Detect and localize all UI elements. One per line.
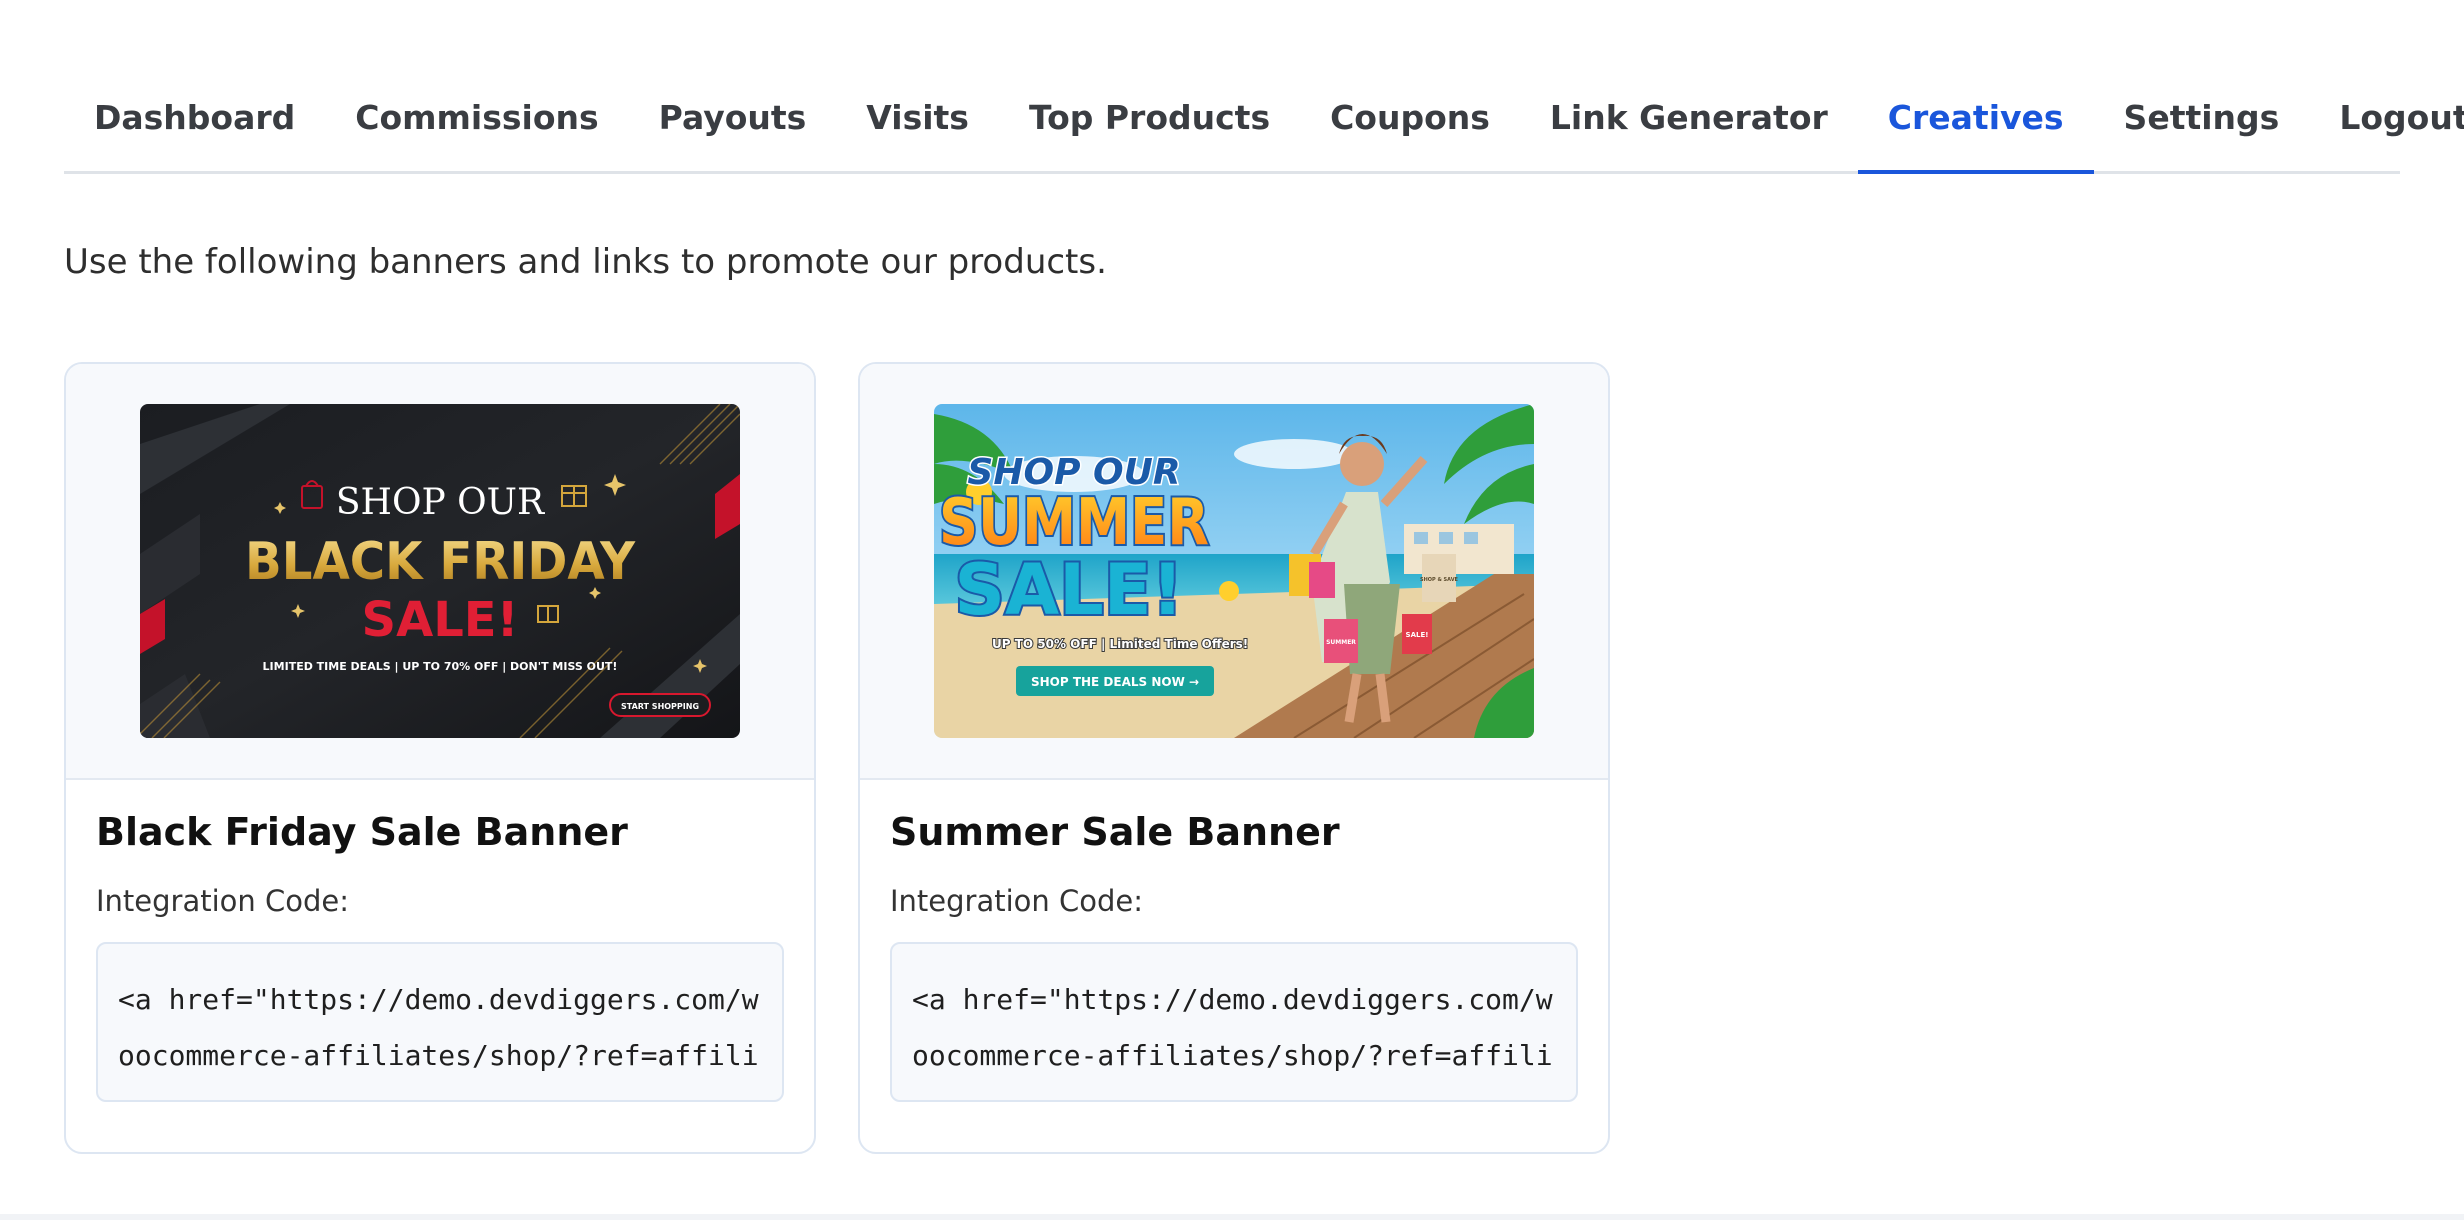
card-title: Black Friday Sale Banner	[96, 810, 628, 854]
creative-card: SHOP OUR BLACK FRIDAY SALE! LIMITED TIME…	[64, 362, 816, 1154]
black-friday-banner-image[interactable]: SHOP OUR BLACK FRIDAY SALE! LIMITED TIME…	[140, 404, 740, 738]
banner-line3: SALE!	[955, 549, 1184, 631]
card-title: Summer Sale Banner	[890, 810, 1340, 854]
banner-tagline: LIMITED TIME DEALS | UP TO 70% OFF | DON…	[263, 660, 618, 673]
tab-bar: Dashboard Commissions Payouts Visits Top…	[64, 70, 2464, 174]
bag-label-sale: SALE!	[1406, 631, 1429, 639]
banner-line3: SALE!	[362, 592, 519, 648]
tab-visits[interactable]: Visits	[836, 70, 999, 171]
cta-label: SHOP THE DEALS NOW →	[1031, 675, 1199, 689]
card-body: Summer Sale Banner Integration Code: <a …	[860, 780, 1608, 1102]
tab-dashboard[interactable]: Dashboard	[64, 70, 325, 171]
integration-code-label: Integration Code:	[890, 884, 1144, 918]
card-media: SHOP OUR SUMMER SALE! UP TO 50% OFF | Li…	[860, 364, 1608, 780]
integration-code-box[interactable]: <a href="https://demo.devdiggers.com/woo…	[890, 942, 1578, 1102]
banner-line2: BLACK FRIDAY	[245, 532, 636, 592]
banner-line1: SHOP OUR	[336, 482, 545, 523]
cta-label: START SHOPPING	[621, 702, 699, 711]
integration-code-box[interactable]: <a href="https://demo.devdiggers.com/woo…	[96, 942, 784, 1102]
footer-divider	[0, 1214, 2464, 1220]
tab-creatives[interactable]: Creatives	[1857, 70, 2094, 174]
card-media: SHOP OUR BLACK FRIDAY SALE! LIMITED TIME…	[66, 364, 814, 780]
summer-sale-banner-image[interactable]: SHOP OUR SUMMER SALE! UP TO 50% OFF | Li…	[934, 404, 1534, 738]
tab-logout[interactable]: Logout	[2309, 70, 2464, 171]
tab-commissions[interactable]: Commissions	[325, 70, 628, 171]
tab-coupons[interactable]: Coupons	[1300, 70, 1520, 171]
affiliate-nav: Dashboard Commissions Payouts Visits Top…	[64, 70, 2464, 174]
creative-card: SHOP OUR SUMMER SALE! UP TO 50% OFF | Li…	[858, 362, 1610, 1154]
tab-link-generator[interactable]: Link Generator	[1520, 70, 1858, 171]
tab-payouts[interactable]: Payouts	[629, 70, 837, 171]
bag-label-summer: SUMMER	[1326, 639, 1356, 646]
card-body: Black Friday Sale Banner Integration Cod…	[66, 780, 814, 1102]
intro-text: Use the following banners and links to p…	[64, 242, 1107, 282]
creatives-grid: SHOP OUR BLACK FRIDAY SALE! LIMITED TIME…	[64, 362, 1610, 1154]
tab-settings[interactable]: Settings	[2094, 70, 2310, 171]
bag-label-shop-save: SHOP & SAVE	[1420, 577, 1459, 583]
integration-code-label: Integration Code:	[96, 884, 350, 918]
tab-top-products[interactable]: Top Products	[999, 70, 1300, 171]
banner-tagline: UP TO 50% OFF | Limited Time Offers!	[992, 637, 1248, 651]
